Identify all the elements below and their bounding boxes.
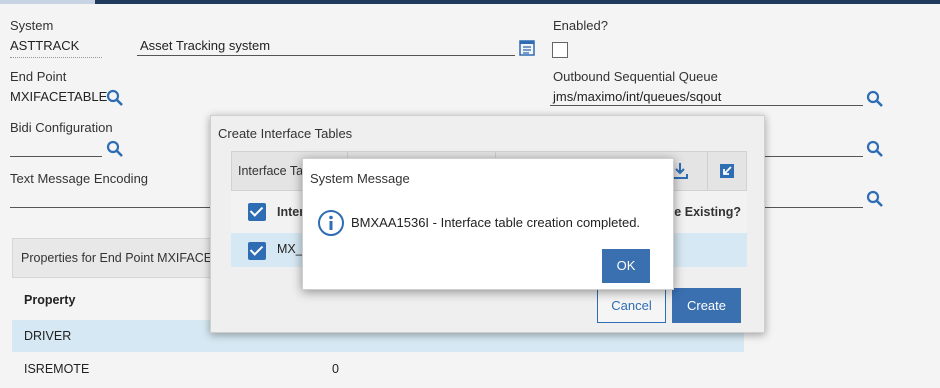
- endpoint-value[interactable]: MXIFACETABLE: [10, 89, 107, 104]
- system-label: System: [10, 18, 54, 33]
- table-row[interactable]: ISREMOTE 0: [12, 353, 744, 385]
- system-description[interactable]: Asset Tracking system: [140, 38, 270, 53]
- system-value-underline: [10, 57, 102, 58]
- toolbar-separator: [707, 152, 708, 192]
- select-all-checkbox[interactable]: [248, 203, 266, 221]
- dialog-title: Create Interface Tables: [218, 126, 353, 141]
- create-button[interactable]: Create: [672, 288, 741, 323]
- endpoint-label: End Point: [10, 69, 67, 84]
- outbound-queue-label: Outbound Sequential Queue: [553, 69, 718, 84]
- properties-title: Properties for End Point MXIFACE: [21, 251, 213, 265]
- system-message-dialog: System Message BMXAA1536I - Interface ta…: [302, 158, 674, 290]
- bidi-config-label: Bidi Configuration: [10, 120, 113, 135]
- right-field-line-1: [765, 156, 863, 157]
- bidi-config-line: [10, 156, 102, 157]
- system-message-text: BMXAA1536I - Interface table creation co…: [351, 215, 641, 230]
- property-name: ISREMOTE: [24, 362, 90, 376]
- endpoint-search-icon[interactable]: [106, 89, 124, 107]
- dialog-title: System Message: [310, 171, 410, 186]
- property-name: DRIVER: [24, 329, 72, 343]
- outbound-queue-search-icon[interactable]: [866, 90, 884, 108]
- existing-column-header[interactable]: he Existing?: [667, 205, 741, 219]
- property-column-header[interactable]: Property: [24, 293, 75, 307]
- system-description-line: [137, 55, 515, 56]
- top-bar: [0, 0, 940, 4]
- ok-button[interactable]: OK: [602, 249, 650, 283]
- long-description-icon[interactable]: [519, 40, 535, 56]
- outbound-queue-line: [550, 105, 863, 106]
- right-search-icon-1[interactable]: [866, 140, 884, 158]
- right-field-line-2: [765, 207, 863, 208]
- cancel-button[interactable]: Cancel: [597, 288, 666, 323]
- outbound-queue-value[interactable]: jms/maximo/int/queues/sqout: [553, 89, 721, 104]
- bidi-config-search-icon[interactable]: [106, 140, 124, 158]
- system-value[interactable]: ASTTRACK: [10, 38, 79, 53]
- text-encoding-line: [10, 207, 210, 208]
- property-value: 0: [332, 362, 339, 376]
- row-checkbox[interactable]: [248, 242, 266, 260]
- right-search-icon-2[interactable]: [866, 190, 884, 208]
- interface-table-name: MX_: [277, 242, 303, 256]
- text-encoding-label: Text Message Encoding: [10, 171, 149, 186]
- info-icon: [318, 210, 344, 236]
- enabled-label: Enabled?: [553, 18, 608, 33]
- enabled-checkbox[interactable]: [552, 42, 568, 58]
- active-tab-indicator: [0, 0, 95, 4]
- table-title: Interface Ta: [238, 164, 304, 178]
- interface-table-column-header[interactable]: Inter: [277, 205, 304, 219]
- restore-window-icon[interactable]: [716, 160, 738, 182]
